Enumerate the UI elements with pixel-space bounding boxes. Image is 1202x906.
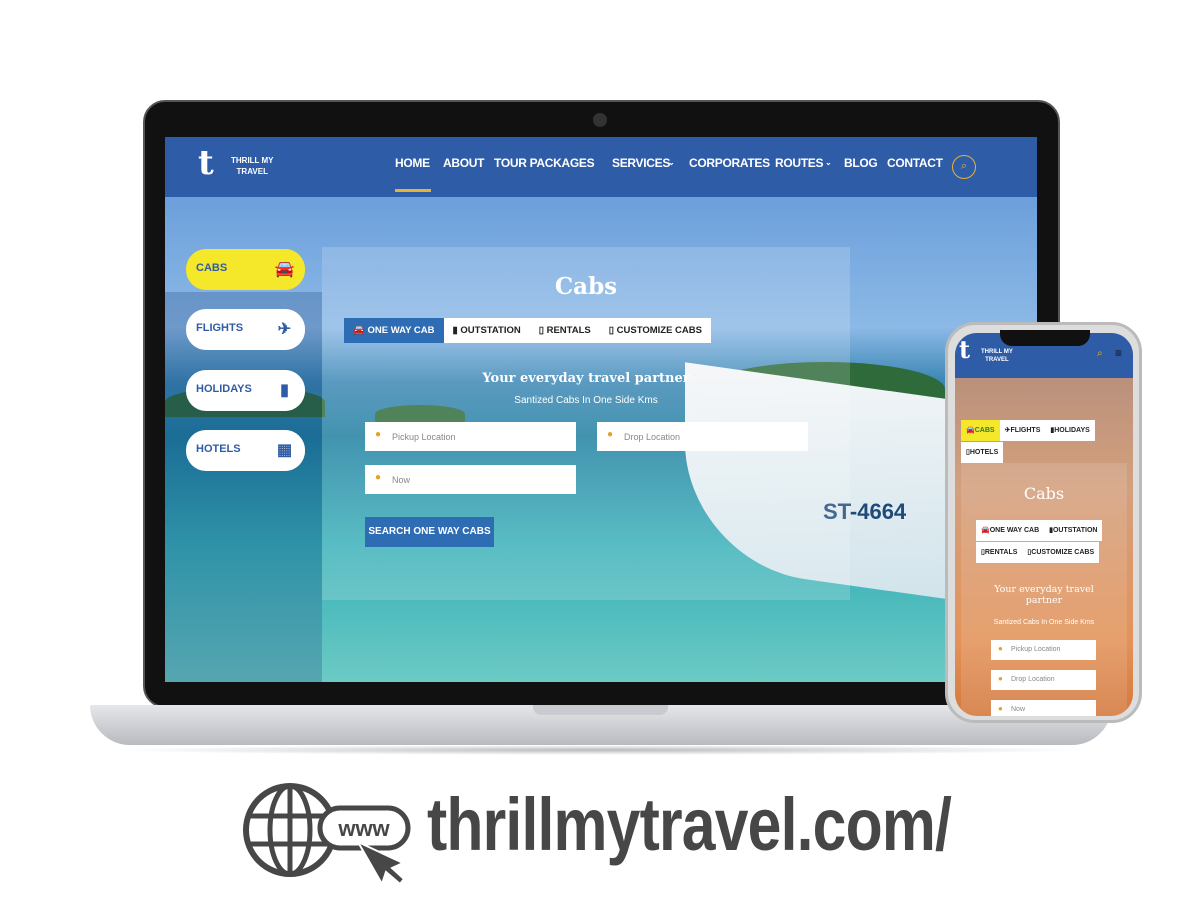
laptop-screen: ST-4664 t THRILL MY TRAVEL HOME ABOUT TOU… (165, 137, 1037, 682)
logo-icon[interactable]: t (198, 143, 214, 183)
tab-outstation[interactable]: ▮ OUTSTATION (444, 318, 530, 343)
website-url[interactable]: thrillmytravel.com/ (427, 782, 952, 867)
tab-one-way-cab[interactable]: 🚘 ONE WAY CAB (344, 318, 444, 343)
side-tab-flights[interactable]: FLIGHTS ✈ (186, 309, 305, 350)
plane-icon: ✈ (264, 309, 305, 350)
hamburger-menu-icon[interactable]: ≡ (1115, 346, 1122, 360)
active-underline (395, 189, 431, 192)
panel-heading: Your everyday travel partner (482, 371, 690, 386)
mobile-panel-subheading: Santized Cabs In One Side Kms (993, 619, 1095, 626)
tab-rentals[interactable]: ▯ RENTALS (530, 318, 600, 343)
mobile-panel-title: Cabs (1023, 484, 1065, 503)
location-pin-icon: ● (998, 644, 1003, 653)
www-label: www (337, 816, 390, 841)
webcam (593, 113, 607, 127)
mobile-tab-outstation[interactable]: ▮OUTSTATION (1044, 520, 1103, 541)
nav-blog[interactable]: BLOG (844, 156, 878, 170)
search-icon[interactable]: ⌕ (1097, 348, 1103, 359)
phone-notch (1000, 330, 1090, 346)
side-tab-backdrop (165, 292, 322, 682)
building-icon: ▦ (264, 430, 305, 471)
mobile-tab-rentals[interactable]: ▯RENTALS (976, 542, 1023, 563)
location-pin-icon: ● (998, 674, 1003, 683)
search-icon[interactable]: ⌕ (952, 155, 976, 179)
location-pin-icon: ● (607, 429, 614, 440)
top-nav: t THRILL MY TRAVEL HOME ABOUT TOUR PACKAG… (165, 137, 1037, 197)
location-pin-icon: ● (375, 429, 382, 440)
nav-services[interactable]: SERVICES (612, 156, 670, 170)
laptop-shadow (110, 745, 1090, 755)
nav-contact[interactable]: CONTACT (887, 156, 943, 170)
mobile-top-tabs: 🚘CABS ✈FLIGHTS ▮HOLIDAYS (961, 420, 1095, 441)
nav-home[interactable]: HOME (395, 156, 430, 170)
location-pin-icon: ● (998, 704, 1003, 713)
panel-subheading: Santized Cabs In One Side Kms (514, 395, 658, 406)
mobile-tab-holidays[interactable]: ▮HOLIDAYS (1045, 420, 1095, 441)
mobile-cab-tabs: 🚘ONE WAY CAB ▮OUTSTATION (976, 520, 1103, 541)
chevron-down-icon[interactable]: ⌄ (668, 158, 675, 167)
logo-text: THRILL MY TRAVEL (981, 349, 1013, 363)
mobile-time-input[interactable]: ● Now (991, 700, 1096, 716)
nav-about[interactable]: ABOUT (443, 156, 484, 170)
mobile-tab-cabs[interactable]: 🚘CABS (961, 420, 1000, 441)
pickup-location-input[interactable]: ● Pickup Location (365, 422, 576, 451)
logo-text: THRILL MY TRAVEL (231, 156, 274, 176)
phone-screen: t THRILL MY TRAVEL ⌕ ≡ 🚘CABS ✈FLIGHTS ▮HO… (955, 333, 1133, 716)
nav-routes[interactable]: ROUTES (775, 156, 824, 170)
drop-location-input[interactable]: ● Drop Location (597, 422, 808, 451)
mobile-drop-input[interactable]: ● Drop Location (991, 670, 1096, 690)
mobile-tab-hotels[interactable]: ▯HOTELS (961, 442, 1004, 463)
globe-www-icon: www (243, 783, 411, 887)
mobile-tab-flights[interactable]: ✈FLIGHTS (999, 420, 1046, 441)
mobile-tab-one-way-cab[interactable]: 🚘ONE WAY CAB (976, 520, 1045, 541)
tab-customize-cabs[interactable]: ▯ CUSTOMIZE CABS (600, 318, 711, 343)
logo-icon[interactable]: t (959, 335, 970, 364)
chevron-down-icon[interactable]: ⌄ (825, 158, 832, 167)
mobile-cab-tabs-row2: ▯RENTALS ▯CUSTOMIZE CABS (976, 542, 1100, 563)
side-tab-hotels[interactable]: HOTELS ▦ (186, 430, 305, 471)
pickup-time-input[interactable]: ● Now (365, 465, 576, 494)
search-one-way-cabs-button[interactable]: SEARCH ONE WAY CABS (365, 517, 494, 547)
nav-tour-packages[interactable]: TOUR PACKAGES (494, 156, 595, 170)
laptop-notch (533, 705, 668, 715)
panel-title: Cabs (554, 273, 618, 300)
mobile-pickup-input[interactable]: ● Pickup Location (991, 640, 1096, 660)
mobile-panel-heading: Your everyday travel partner (994, 584, 1094, 606)
cab-type-tabs: 🚘 ONE WAY CAB ▮ OUTSTATION ▯ RENTALS ▯ C… (344, 318, 711, 343)
mobile-tab-customize-cabs[interactable]: ▯CUSTOMIZE CABS (1022, 542, 1100, 563)
location-pin-icon: ● (375, 472, 382, 483)
nav-corporates[interactable]: CORPORATES (689, 156, 770, 170)
